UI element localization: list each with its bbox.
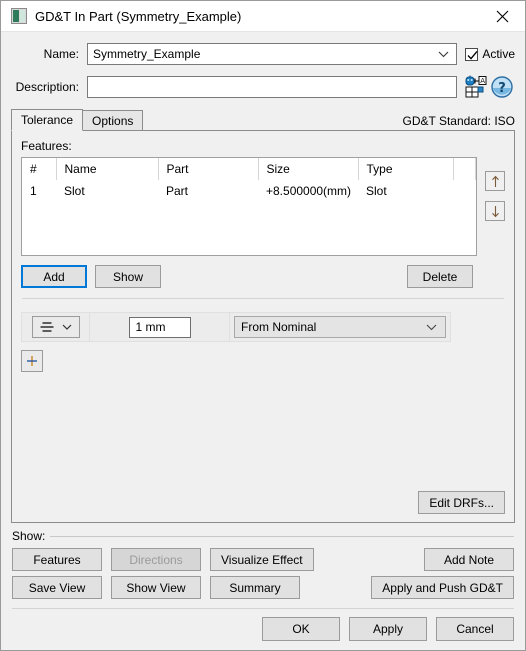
description-label: Description: [15,80,79,94]
tolerance-value-text: 1 mm [135,320,166,334]
close-icon [496,10,508,22]
svg-text:?: ? [498,81,506,96]
section-divider [22,298,504,299]
svg-text:A: A [480,77,485,85]
apply-and-push-gdt-button[interactable]: Apply and Push GD&T [371,576,514,599]
features-action-row: Add Show Delete [21,265,505,288]
cell-name: Slot [64,183,85,198]
tolerance-symbol-combobox[interactable] [31,316,80,338]
arrow-up-icon [491,175,499,187]
cancel-button[interactable]: Cancel [436,617,514,641]
chevron-down-icon [426,320,437,334]
tolerance-panel-spacer [21,372,505,491]
edit-drfs-button[interactable]: Edit DRFs... [418,491,505,514]
show-group: Show: Features Directions Visualize Effe… [11,529,515,599]
reorder-buttons [485,157,505,231]
active-checkbox[interactable] [465,47,479,61]
arrow-down-icon [491,205,499,217]
column-header-part[interactable]: Part [158,158,259,180]
name-label: Name: [43,47,79,61]
name-row: Name: Symmetry_Example Active [11,43,515,65]
active-checkbox-wrap[interactable]: Active [465,47,515,61]
description-row: Description: A ? [11,74,515,100]
features-table-area: # Name Part Size Type 1 Slot Part +8.500… [21,157,505,256]
gdt-standard-label: GD&T Standard: ISO [402,114,516,128]
move-down-button[interactable] [485,201,505,221]
move-up-button[interactable] [485,171,505,191]
tolerance-value-cell: 1 mm [90,313,230,341]
tab-options[interactable]: Options [82,110,144,131]
column-header-filler [453,158,476,180]
column-header-size[interactable]: Size [258,158,359,180]
tab-tolerance-label: Tolerance [21,113,74,127]
chevron-down-icon [438,47,449,61]
active-label: Active [482,47,515,61]
show-group-header: Show: [12,529,514,543]
table-header-row: # Name Part Size Type [22,158,476,180]
edit-drfs-row: Edit DRFs... [21,491,505,514]
tolerance-symbol-cell [22,313,90,341]
show-buttons-row-2: Save View Show View Summary Apply and Pu… [12,576,514,599]
column-header-type[interactable]: Type [358,158,454,180]
column-header-name[interactable]: Name [56,158,159,180]
show-directions-button: Directions [111,548,201,571]
check-icon [467,50,478,60]
show-feature-button[interactable]: Show [95,265,161,288]
dialog-button-row: OK Apply Cancel [11,609,515,650]
tolerance-mode-value: From Nominal [241,320,317,334]
show-view-button[interactable]: Show View [111,576,201,599]
tab-tolerance[interactable]: Tolerance [11,109,84,131]
group-divider [50,535,514,537]
visualize-effect-button[interactable]: Visualize Effect [210,548,314,571]
tolerance-mode-cell: From Nominal [230,313,450,341]
plus-icon [27,356,37,366]
add-note-button[interactable]: Add Note [424,548,514,571]
add-button[interactable]: Add [21,265,87,288]
tab-strip: Tolerance Options GD&T Standard: ISO [11,109,515,131]
description-icon-buttons: A ? [463,74,515,100]
show-group-title: Show: [12,529,46,543]
cell-size: +8.500000(mm) [266,183,352,198]
help-icon: ? [491,76,513,98]
cell-filler [453,180,476,201]
delete-button[interactable]: Delete [407,265,473,288]
features-label: Features: [21,139,72,153]
save-view-button[interactable]: Save View [12,576,102,599]
show-features-button[interactable]: Features [12,548,102,571]
apply-button[interactable]: Apply [349,617,427,641]
tolerance-value-input[interactable]: 1 mm [128,316,191,338]
add-tolerance-row-button[interactable] [21,350,43,372]
name-value: Symmetry_Example [93,47,201,61]
description-input[interactable] [87,76,457,98]
symmetry-symbol-icon [40,322,54,332]
tolerance-tab-panel: Features: # Name Part Size Type 1 Slot P… [11,130,515,523]
cell-part: Part [166,183,189,198]
chevron-down-icon [62,324,72,330]
show-buttons-row-1: Features Directions Visualize Effect Add… [12,548,514,571]
help-button[interactable]: ? [489,74,515,100]
features-table[interactable]: # Name Part Size Type 1 Slot Part +8.500… [21,157,477,256]
gdt-datum-icon: A [465,75,487,98]
summary-button[interactable]: Summary [210,576,300,599]
title-bar: GD&T In Part (Symmetry_Example) [1,1,525,32]
table-row[interactable]: 1 Slot Part +8.500000(mm) Slot [22,180,476,201]
gdt-datum-button[interactable]: A [463,74,489,100]
ok-button[interactable]: OK [262,617,340,641]
column-header-num[interactable]: # [22,158,57,180]
name-combobox[interactable]: Symmetry_Example [87,43,458,65]
window-title: GD&T In Part (Symmetry_Example) [35,8,242,24]
part-icon [11,8,27,24]
tolerance-mode-combobox[interactable]: From Nominal [234,316,446,338]
tab-options-label: Options [92,114,134,128]
close-button[interactable] [479,1,525,32]
cell-num: 1 [30,183,37,198]
tolerance-row: 1 mm From Nominal [21,312,451,342]
cell-type: Slot [366,183,387,198]
dialog-content: Name: Symmetry_Example Active Descriptio… [1,32,525,650]
